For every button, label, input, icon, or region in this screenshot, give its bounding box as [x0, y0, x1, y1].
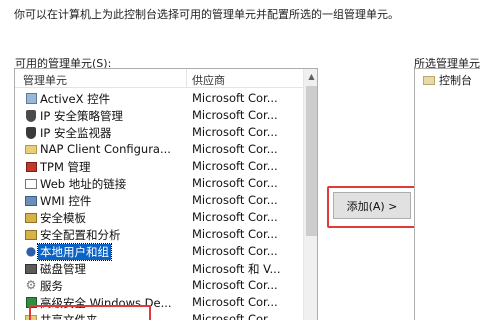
- intro-text: 你可以在计算机上为此控制台选择可用的管理单元并配置所选的一组管理单元。: [14, 8, 399, 21]
- snapin-name: TPM 管理: [40, 160, 91, 174]
- selected-item-console-root[interactable]: 控制台: [423, 72, 472, 88]
- snapin-row[interactable]: 安全配置和分析 Microsoft Cor...: [15, 226, 303, 243]
- snapin-name: 安全配置和分析: [40, 228, 121, 242]
- snapin-row[interactable]: 安全模板 Microsoft Cor...: [15, 209, 303, 226]
- scroll-up-arrow-icon[interactable]: ▲: [304, 69, 317, 84]
- snapin-vendor: Microsoft Cor...: [192, 312, 278, 320]
- snapin-vendor: Microsoft Cor...: [192, 193, 278, 207]
- snapin-name: 本地用户和组: [37, 243, 112, 261]
- snapin-vendor: Microsoft Cor...: [192, 91, 278, 105]
- snapin-name: ActiveX 控件: [40, 92, 111, 106]
- snapin-row[interactable]: ⚙ 服务 Microsoft Cor...: [15, 277, 303, 294]
- security-config-icon: [24, 228, 38, 241]
- column-separator[interactable]: [186, 69, 187, 88]
- users-icon: ●: [25, 244, 37, 258]
- snapin-vendor: Microsoft Cor...: [192, 278, 278, 292]
- selection-highlight-box: [29, 305, 151, 320]
- snapin-row[interactable]: Web 地址的链接 Microsoft Cor...: [15, 175, 303, 192]
- disk-icon: [24, 262, 38, 275]
- snapin-row[interactable]: 磁盘管理 Microsoft 和 V...: [15, 260, 303, 277]
- snapin-name: 磁盘管理: [40, 262, 86, 276]
- snapin-name: IP 安全策略管理: [40, 109, 123, 123]
- snapin-vendor: Microsoft Cor...: [192, 210, 278, 224]
- vertical-scrollbar[interactable]: ▲: [303, 69, 317, 320]
- snapin-vendor: Microsoft Cor...: [192, 159, 278, 173]
- list-header: 管理单元 供应商: [15, 69, 303, 88]
- snapin-row[interactable]: TPM 管理 Microsoft Cor...: [15, 158, 303, 175]
- folder-icon: [423, 76, 435, 85]
- snapin-rows: ActiveX 控件 Microsoft Cor... IP 安全策略管理 Micro…: [15, 90, 303, 320]
- snapin-vendor: Microsoft Cor...: [192, 142, 278, 156]
- web-link-icon: [24, 177, 38, 190]
- tpm-icon: [24, 160, 38, 173]
- add-button[interactable]: 添加(A) >: [333, 192, 411, 219]
- snapin-name: 服务: [40, 279, 63, 293]
- snapin-name: 安全模板: [40, 211, 86, 225]
- snapin-name: WMI 控件: [40, 194, 92, 208]
- available-snapins-list[interactable]: 管理单元 供应商 ActiveX 控件 Microsoft Cor... IP 安全…: [14, 68, 318, 320]
- snapin-vendor: Microsoft Cor...: [192, 244, 278, 258]
- snapin-vendor: Microsoft Cor...: [192, 295, 278, 309]
- snapin-vendor: Microsoft Cor...: [192, 227, 278, 241]
- snapin-vendor: Microsoft Cor...: [192, 176, 278, 190]
- wmi-icon: [24, 194, 38, 207]
- snapin-row[interactable]: WMI 控件 Microsoft Cor...: [15, 192, 303, 209]
- snapin-vendor: Microsoft Cor...: [192, 108, 278, 122]
- ip-monitor-icon: [24, 126, 38, 139]
- ip-policy-icon: [24, 109, 38, 122]
- snapin-row[interactable]: ● 本地用户和组 Microsoft Cor...: [15, 243, 303, 261]
- selected-item-label: 控制台: [439, 74, 472, 87]
- snapin-vendor: Microsoft Cor...: [192, 125, 278, 139]
- services-icon: ⚙: [25, 278, 37, 292]
- snapin-vendor: Microsoft 和 V...: [192, 262, 281, 276]
- activex-icon: [24, 92, 38, 105]
- column-header-vendor[interactable]: 供应商: [192, 72, 225, 88]
- snapin-row[interactable]: NAP Client Configura... Microsoft Cor...: [15, 141, 303, 158]
- snapin-row[interactable]: IP 安全策略管理 Microsoft Cor...: [15, 107, 303, 124]
- snapin-name: IP 安全监视器: [40, 126, 112, 140]
- snapin-name: NAP Client Configura...: [40, 142, 171, 156]
- security-template-icon: [24, 211, 38, 224]
- column-header-name[interactable]: 管理单元: [23, 72, 67, 88]
- snapin-name: Web 地址的链接: [40, 177, 127, 191]
- folder-icon: [24, 143, 38, 156]
- snapin-row[interactable]: ActiveX 控件 Microsoft Cor...: [15, 90, 303, 107]
- snapin-row[interactable]: IP 安全监视器 Microsoft Cor...: [15, 124, 303, 141]
- selected-snapins-list[interactable]: 控制台: [414, 68, 480, 320]
- scroll-thumb[interactable]: [306, 86, 317, 236]
